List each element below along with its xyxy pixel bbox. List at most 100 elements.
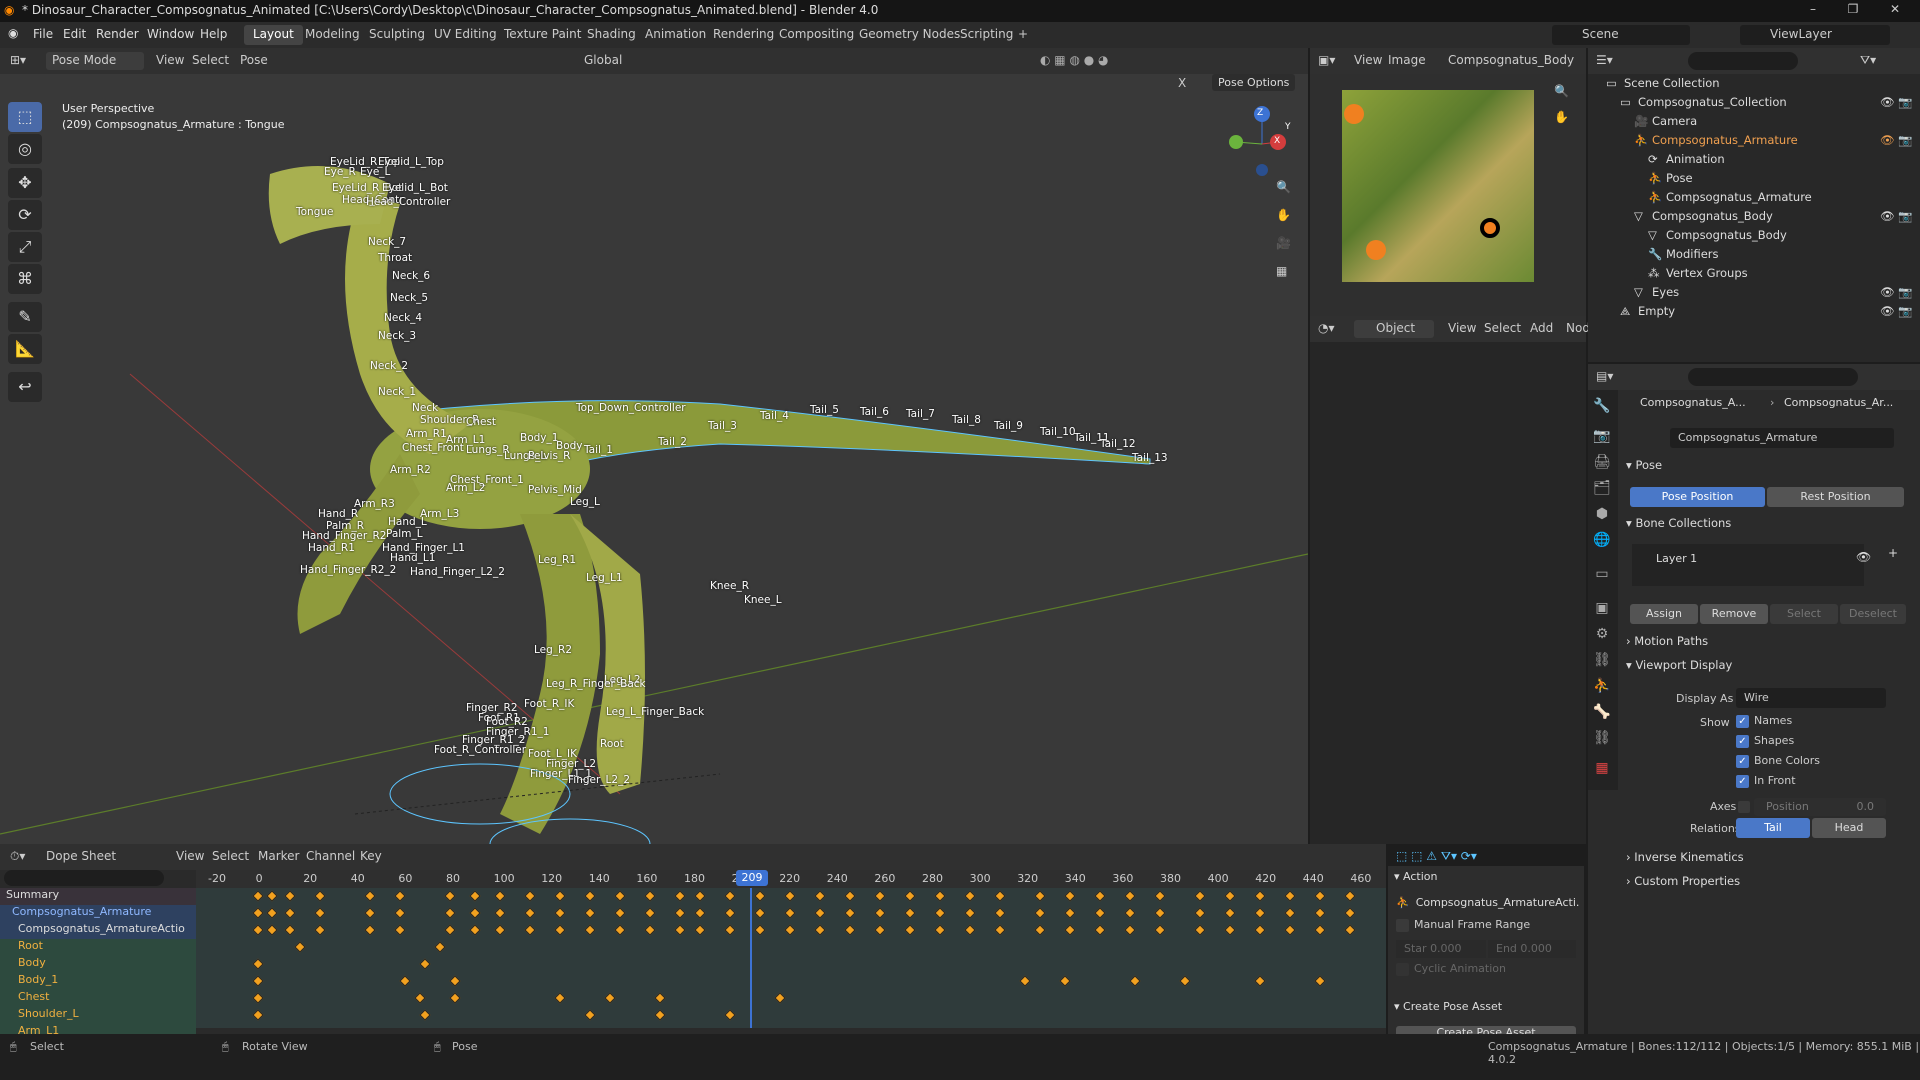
orientation-dropdown[interactable]: Global [584, 53, 622, 67]
axes-position-field[interactable]: Position 0.0 [1754, 798, 1886, 816]
bone-label[interactable]: Hand_R1 [308, 542, 355, 554]
shapes-checkbox[interactable]: ✓ Shapes [1736, 734, 1794, 748]
filter-icon[interactable]: ⛛▾ [1860, 53, 1876, 68]
bone-label[interactable]: Hand_Finger_R2 [302, 530, 386, 542]
bone-label[interactable]: Tail_3 [708, 420, 737, 432]
bone-label[interactable]: Arm_L2 [446, 482, 485, 494]
scene-selector[interactable]: Scene [1552, 25, 1690, 45]
pan-hand-icon[interactable]: ✋ [1276, 208, 1291, 222]
dope-menu-select[interactable]: Select [212, 849, 249, 863]
tab-layout[interactable]: Layout [244, 25, 303, 45]
rotate-tool[interactable]: ⟳ [8, 200, 42, 230]
tab-sculpting[interactable]: Sculpting [360, 25, 434, 45]
bone-label[interactable]: Tail_9 [994, 420, 1023, 432]
outliner-row[interactable]: ⛹ Compsognatus_Armature [1588, 190, 1920, 209]
image-zoom-icon[interactable]: 🔍 [1554, 84, 1569, 98]
bone-label[interactable]: Knee_L [744, 594, 782, 606]
outliner-row[interactable]: ▽ Compsognatus_Body 👁 📷 [1588, 209, 1920, 228]
relations-head-button[interactable]: Head [1812, 818, 1886, 838]
bone-label[interactable]: Hand_Finger_L2_2 [410, 566, 505, 578]
bone-label[interactable]: Chest [466, 416, 496, 428]
current-frame-indicator[interactable]: 209 [736, 870, 768, 886]
visibility-toggle-icon[interactable]: 👁 📷 [1880, 209, 1913, 223]
bone-label[interactable]: Neck [412, 402, 438, 414]
select-bones-button[interactable]: Select [1770, 604, 1838, 624]
bone-label[interactable]: Arm_R3 [354, 498, 395, 510]
bone-label[interactable]: Tail_2 [658, 436, 687, 448]
render-tab-icon[interactable]: 📷 [1590, 428, 1614, 452]
cursor-tool[interactable]: ◎ [8, 134, 42, 164]
gizmo-x-label[interactable]: X [1274, 136, 1280, 146]
bone-label[interactable]: Hand_L [388, 516, 427, 528]
bone-label[interactable]: Tail_6 [860, 406, 889, 418]
outliner-row[interactable]: ⛹ Pose [1588, 171, 1920, 190]
bone-label[interactable]: Leg_L [570, 496, 600, 508]
3d-viewport[interactable]: Z X Y User Perspective (209) Compsognatu… [0, 74, 1308, 844]
end-frame-field[interactable]: End 0.000 [1488, 940, 1576, 958]
gizmo-y-label[interactable]: Y [1285, 122, 1291, 132]
deselect-bones-button[interactable]: Deselect [1840, 604, 1906, 624]
bone-label[interactable]: Tail_4 [760, 410, 789, 422]
bone-label[interactable]: Leg_L1 [586, 572, 623, 584]
menu-window[interactable]: Window [147, 27, 194, 41]
outliner-row[interactable]: ⁂ Vertex Groups [1588, 266, 1920, 285]
viewport-menu-select[interactable]: Select [192, 53, 229, 67]
inverse-kinematics-header[interactable]: › Inverse Kinematics [1626, 850, 1916, 872]
layer-item[interactable]: Layer 1 [1656, 552, 1697, 565]
outliner-row[interactable]: ▭ Scene Collection [1588, 76, 1920, 95]
bone-label[interactable]: Eye_R [324, 166, 356, 178]
bone-label[interactable]: Chest_Front [402, 442, 464, 454]
action-section-header[interactable]: ▾ Action [1394, 870, 1437, 883]
minimize-button[interactable]: – [1798, 2, 1828, 16]
pose-tool[interactable]: ↩ [8, 372, 42, 402]
names-checkbox[interactable]: ✓ Names [1736, 714, 1792, 728]
node-menu-view[interactable]: View [1448, 321, 1476, 335]
outliner-row[interactable]: ⟁ Empty 👁 📷 [1588, 304, 1920, 323]
mode-dropdown[interactable]: Pose Mode [46, 52, 144, 70]
bone-label[interactable]: Neck_3 [378, 330, 416, 342]
bone-label[interactable]: Pelvis_R [528, 450, 570, 462]
overlay-toggles[interactable]: ◐ ▦ ◍ ● ◕ [1040, 53, 1108, 67]
visibility-toggle-icon[interactable]: 👁 📷 [1880, 133, 1913, 147]
in-front-checkbox[interactable]: ✓ In Front [1736, 774, 1796, 788]
zoom-icon[interactable]: 🔍 [1276, 180, 1291, 194]
dope-filter-icons[interactable]: ⬚ ⬚ ⚠ ⛛▾ ⟳▾ [1396, 849, 1477, 864]
bone-label[interactable]: Tail_1 [584, 444, 613, 456]
outliner-type-icon[interactable]: ☰▾ [1596, 53, 1613, 67]
bone-label[interactable]: Arm_R1 [406, 428, 447, 440]
bone-label[interactable]: Tail_13 [1132, 452, 1168, 464]
bone-colors-checkbox[interactable]: ✓ Bone Colors [1736, 754, 1820, 768]
relations-tail-button[interactable]: Tail [1736, 818, 1810, 838]
outliner-row[interactable]: ▽ Compsognatus_Body [1588, 228, 1920, 247]
bone-label[interactable]: Tongue [296, 206, 334, 218]
visibility-toggle-icon[interactable]: 👁 📷 [1880, 95, 1913, 109]
annotate-tool[interactable]: ✎ [8, 302, 42, 332]
bone-label[interactable]: Tail_12 [1100, 438, 1136, 450]
bone-label[interactable]: Leg_R2 [534, 644, 572, 656]
armature-name-field[interactable]: Compsognatus_Armature [1670, 428, 1894, 448]
playhead-line[interactable] [750, 888, 752, 1028]
outliner-row[interactable]: 🎥 Camera [1588, 114, 1920, 133]
menu-edit[interactable]: Edit [63, 27, 86, 41]
dope-menu-view[interactable]: View [176, 849, 204, 863]
channel-row[interactable]: Compsognatus_Armature [0, 905, 196, 922]
modifier-tab-icon[interactable]: ⚙ [1590, 626, 1614, 650]
outliner-row[interactable]: ▽ Eyes 👁 📷 [1588, 285, 1920, 304]
move-tool[interactable]: ✥ [8, 168, 42, 198]
eye-visibility-icon[interactable]: 👁 [1856, 550, 1871, 564]
dope-menu-channel[interactable]: Channel [306, 849, 355, 863]
outliner-row[interactable]: 🔧 Modifiers [1588, 247, 1920, 266]
select-box-tool[interactable]: ⬚ [8, 102, 42, 132]
texture-tab-icon[interactable]: ▦ [1590, 760, 1614, 784]
bone-label[interactable]: Hand_Finger_R2_2 [300, 564, 396, 576]
action-name-field[interactable]: ⛹ Compsognatus_ArmatureActi... [1396, 896, 1580, 909]
dope-menu-marker[interactable]: Marker [258, 849, 299, 863]
bone-label[interactable]: Tail_10 [1040, 426, 1076, 438]
bone-label[interactable]: Throat [378, 252, 412, 264]
camera-view-icon[interactable]: 🎥 [1276, 236, 1291, 250]
image-editor-type-icon[interactable]: ▣▾ [1318, 53, 1335, 67]
axes-checkbox[interactable] [1738, 801, 1750, 813]
channel-search-input[interactable] [4, 870, 164, 886]
bone-collections-header[interactable]: ▾ Bone Collections [1626, 516, 1916, 538]
bone-constraint-tab-icon[interactable]: ⛓ [1590, 730, 1614, 754]
